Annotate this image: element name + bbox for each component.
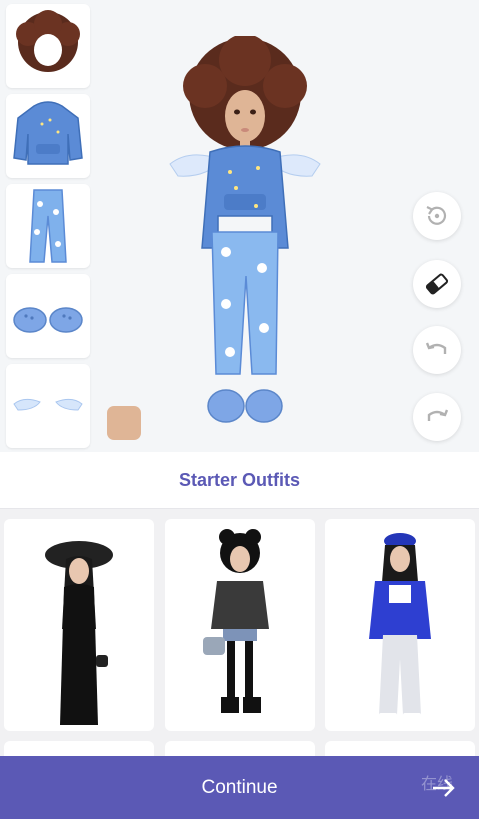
outfit-card-partial[interactable] bbox=[325, 741, 475, 756]
outfit-preview bbox=[45, 541, 113, 725]
pants-icon bbox=[29, 189, 67, 263]
outfit-card-gothic[interactable] bbox=[4, 519, 154, 731]
outfit-preview bbox=[369, 533, 431, 721]
outfit-card-partial[interactable] bbox=[165, 741, 315, 756]
avatar bbox=[169, 36, 321, 423]
hair-icon bbox=[16, 10, 80, 72]
closet-item-hoodie[interactable] bbox=[6, 94, 90, 178]
reset-icon bbox=[426, 206, 447, 225]
closet-items bbox=[6, 4, 92, 454]
redo-icon bbox=[427, 409, 449, 421]
redo-button[interactable] bbox=[413, 393, 461, 441]
reset-button[interactable] bbox=[413, 192, 461, 240]
eraser-icon bbox=[425, 273, 449, 295]
outfit-card-grunge[interactable] bbox=[165, 519, 315, 731]
undo-icon bbox=[425, 342, 447, 354]
watermark: 在线 bbox=[420, 776, 453, 793]
outfit-card-varsity[interactable] bbox=[325, 519, 475, 731]
closet-item-clogs[interactable] bbox=[6, 274, 90, 358]
closet-item-hair[interactable] bbox=[6, 4, 90, 88]
avatar-stage bbox=[0, 0, 479, 452]
closet-item-pants[interactable] bbox=[6, 184, 90, 268]
wings-icon bbox=[13, 398, 83, 411]
hoodie-icon bbox=[13, 101, 83, 165]
continue-label: Continue bbox=[201, 776, 278, 798]
starter-outfits-grid bbox=[0, 509, 479, 756]
continue-button[interactable]: Continue bbox=[0, 756, 479, 819]
skin-tone-swatch[interactable] bbox=[107, 406, 141, 440]
outfit-card-partial[interactable] bbox=[4, 741, 154, 756]
section-title: Starter Outfits bbox=[0, 452, 479, 509]
closet-item-wings[interactable] bbox=[6, 364, 90, 448]
outfit-preview bbox=[203, 529, 269, 713]
clogs-icon bbox=[13, 307, 83, 333]
eraser-button[interactable] bbox=[413, 260, 461, 308]
undo-button[interactable] bbox=[413, 326, 461, 374]
